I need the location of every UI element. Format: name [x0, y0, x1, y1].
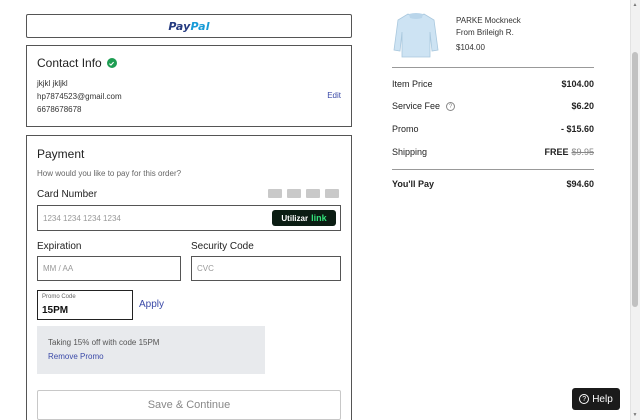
scroll-up-arrow-icon[interactable]: ▲: [632, 2, 638, 8]
shipping-value-group: FREE $9.95: [544, 147, 594, 157]
service-fee-value: $6.20: [571, 101, 594, 112]
shipping-row: Shipping FREE $9.95: [392, 147, 594, 157]
product-name: PARKE Mockneck: [456, 16, 521, 25]
security-code-label: Security Code: [191, 241, 254, 252]
summary-top-divider: [392, 67, 594, 68]
total-row: You'll Pay $94.60: [392, 179, 594, 189]
paypal-button[interactable]: Pay Pal: [26, 14, 352, 38]
summary-total-divider: [392, 169, 594, 170]
expiration-placeholder: MM / AA: [43, 264, 74, 273]
promo-row: Promo - $15.60: [392, 124, 594, 134]
promo-notice-text: Taking 15% off with code 15PM: [48, 338, 160, 347]
total-label: You'll Pay: [392, 179, 434, 189]
visa-icon: [268, 189, 282, 198]
card-brand-icons: [268, 189, 339, 198]
card-number-placeholder: 1234 1234 1234 1234: [43, 213, 121, 223]
link-button-text: Utilizar: [281, 213, 309, 223]
promo-summary-value: - $15.60: [560, 124, 594, 134]
total-value: $94.60: [566, 179, 594, 189]
info-icon[interactable]: ?: [446, 102, 456, 112]
security-code-placeholder: CVC: [197, 264, 214, 273]
product-brand: From Brileigh R.: [456, 28, 514, 37]
contact-email: hp7874523@gmail.com: [37, 92, 122, 101]
paypal-logo-pay: Pay: [168, 19, 191, 33]
question-circle-icon: ?: [579, 394, 590, 404]
link-pay-button[interactable]: Utilizar link: [272, 210, 336, 226]
help-button[interactable]: ? Help: [572, 388, 620, 410]
item-price-value: $104.00: [561, 79, 594, 89]
promo-code-input[interactable]: Promo Code 15PM: [37, 290, 133, 320]
security-code-input[interactable]: CVC: [191, 256, 341, 281]
contact-phone: 6678678678: [37, 105, 82, 114]
shipping-label: Shipping: [392, 147, 428, 157]
item-price-row: Item Price $104.00: [392, 79, 594, 89]
check-circle-icon: [106, 58, 117, 68]
shipping-original-price: $9.95: [571, 147, 594, 157]
product-image: [393, 13, 439, 58]
scroll-thumb[interactable]: [632, 52, 638, 307]
card-number-label: Card Number: [37, 189, 98, 200]
discover-icon: [325, 189, 339, 198]
promo-notice: Taking 15% off with code 15PM Remove Pro…: [37, 326, 265, 374]
service-fee-row: Service Fee? $6.20: [392, 101, 594, 112]
expiration-input[interactable]: MM / AA: [37, 256, 181, 281]
promo-code-value: 15PM: [42, 305, 69, 316]
service-fee-label: Service Fee: [392, 101, 441, 111]
contact-info-title: Contact Info: [37, 56, 102, 70]
card-number-input[interactable]: 1234 1234 1234 1234 Utilizar link: [37, 205, 341, 231]
amex-icon: [306, 189, 320, 198]
help-label: Help: [592, 393, 613, 405]
promo-code-label: Promo Code: [42, 294, 76, 300]
service-fee-label-group: Service Fee?: [392, 101, 456, 112]
expiration-label: Expiration: [37, 241, 82, 252]
mastercard-icon: [287, 189, 301, 198]
edit-contact-link[interactable]: Edit: [327, 91, 341, 100]
save-continue-button[interactable]: Save & Continue: [37, 390, 341, 420]
promo-summary-label: Promo: [392, 124, 419, 134]
page-scrollbar[interactable]: ▲ ▼: [630, 0, 640, 420]
payment-title: Payment: [37, 147, 85, 161]
item-price-label: Item Price: [392, 79, 433, 89]
link-brand-logo: link: [311, 213, 327, 223]
paypal-logo-pal: Pal: [190, 19, 210, 33]
contact-name: jkjkl jkljkl: [37, 79, 68, 88]
shipping-value: FREE: [544, 147, 569, 157]
scroll-down-arrow-icon[interactable]: ▼: [632, 412, 638, 418]
remove-promo-link[interactable]: Remove Promo: [48, 352, 104, 361]
contact-info-header: Contact Info: [37, 56, 117, 70]
apply-promo-button[interactable]: Apply: [139, 299, 164, 310]
contact-info-panel: Contact Info jkjkl jkljkl hp7874523@gmai…: [26, 45, 352, 127]
payment-question: How would you like to pay for this order…: [37, 169, 182, 178]
payment-panel: Payment How would you like to pay for th…: [26, 135, 352, 420]
product-price: $104.00: [456, 43, 485, 52]
